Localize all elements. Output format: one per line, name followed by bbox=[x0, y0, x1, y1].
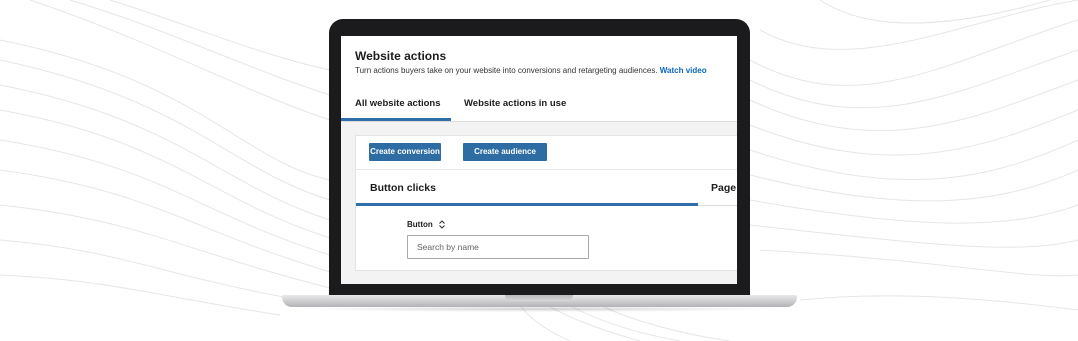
header-divider bbox=[341, 121, 737, 122]
page-title: Website actions bbox=[355, 49, 447, 63]
laptop-notch bbox=[505, 295, 573, 301]
create-audience-button[interactable]: Create audience bbox=[463, 143, 547, 161]
page-header: Website actions Turn actions buyers take… bbox=[341, 36, 737, 122]
card-divider bbox=[356, 169, 737, 170]
tab-all-website-actions[interactable]: All website actions bbox=[355, 98, 441, 109]
tab-website-actions-in-use[interactable]: Website actions in use bbox=[464, 98, 566, 109]
page-subtitle-text: Turn actions buyers take on your website… bbox=[355, 66, 658, 75]
page-subtitle: Turn actions buyers take on your website… bbox=[355, 66, 707, 75]
subtab-page[interactable]: Page bbox=[711, 182, 736, 194]
search-input[interactable] bbox=[407, 235, 589, 259]
column-header-button[interactable]: Button bbox=[407, 220, 446, 229]
create-conversion-button[interactable]: Create conversion bbox=[369, 143, 441, 161]
sort-icon[interactable] bbox=[438, 220, 446, 229]
active-subtab-indicator bbox=[356, 203, 698, 206]
subtab-button-clicks[interactable]: Button clicks bbox=[370, 182, 436, 194]
website-actions-card: Create conversion Create audience Button… bbox=[355, 135, 737, 271]
column-header-label: Button bbox=[407, 220, 433, 229]
watch-video-link[interactable]: Watch video bbox=[660, 66, 707, 75]
laptop-screen: Website actions Turn actions buyers take… bbox=[341, 36, 737, 284]
